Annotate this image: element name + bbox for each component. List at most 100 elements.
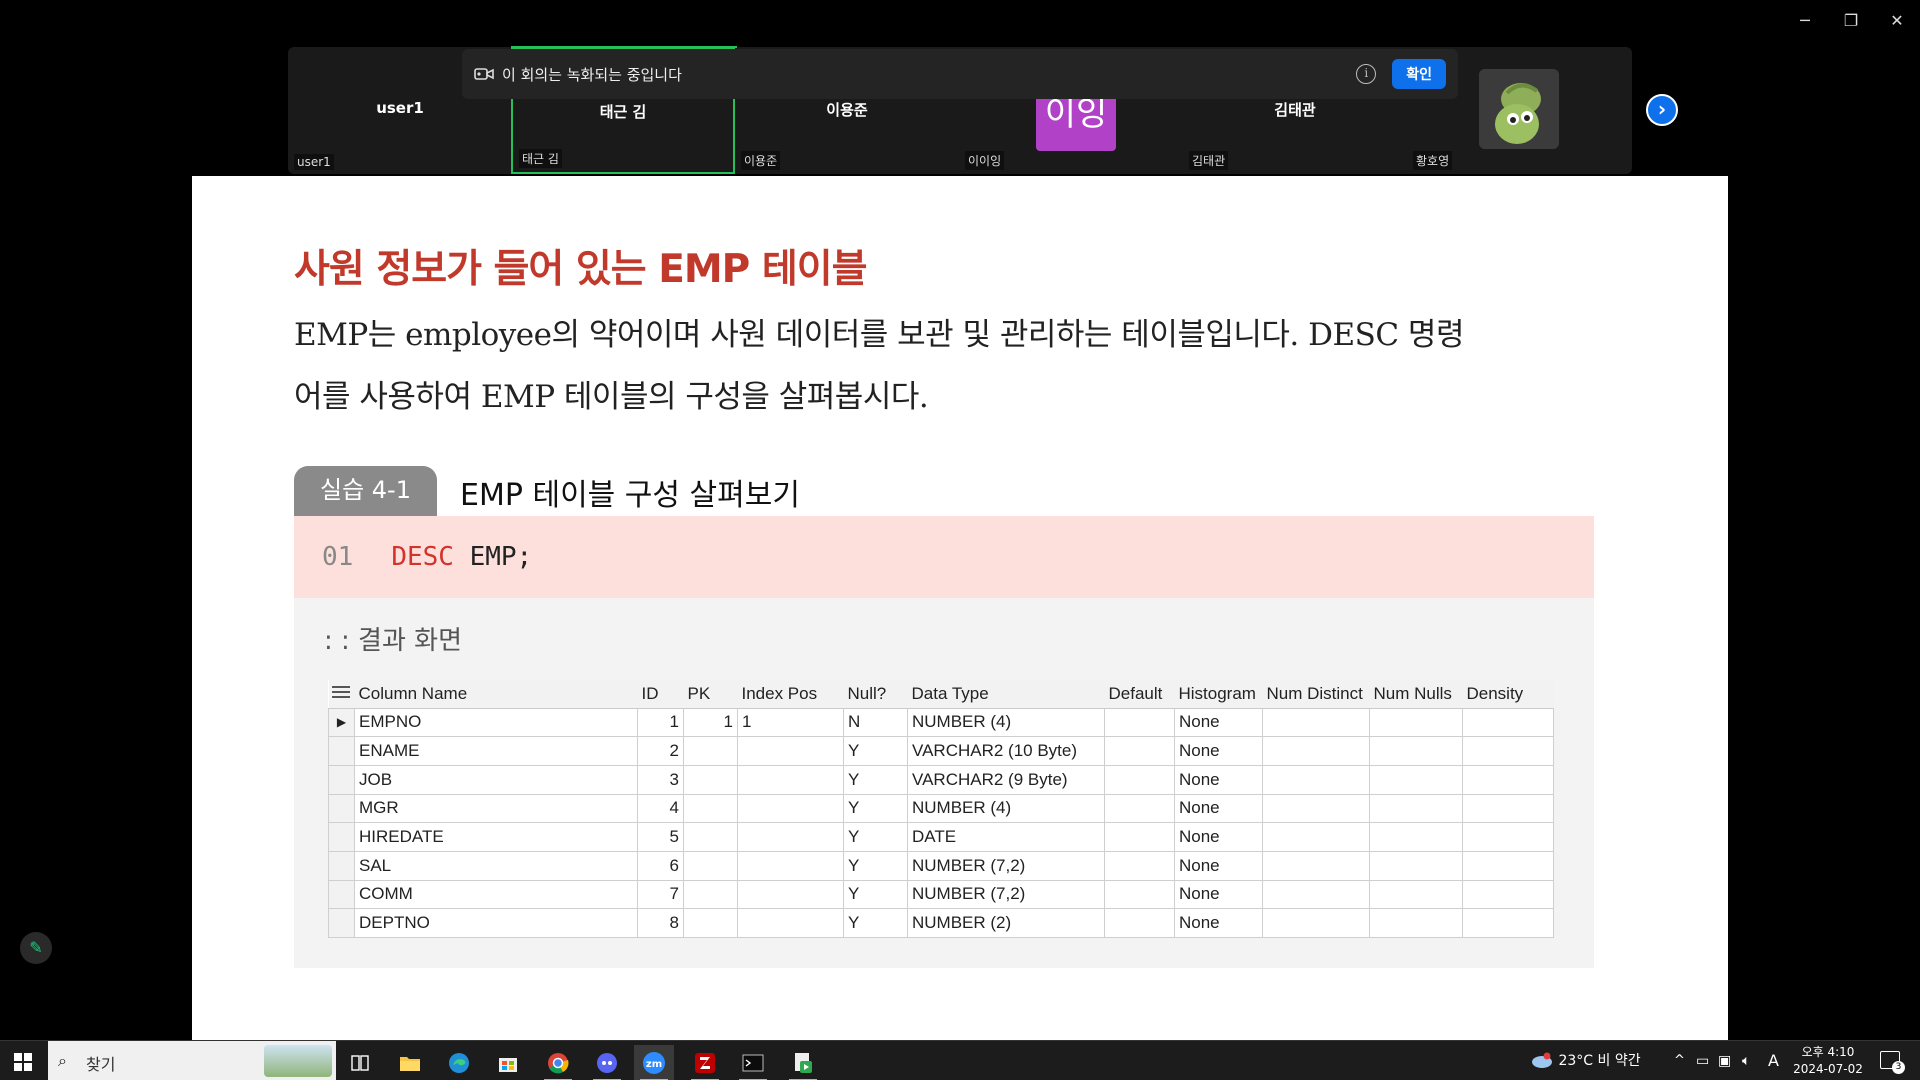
column-header: Null? xyxy=(843,680,908,709)
table-cell xyxy=(1262,764,1370,795)
table-cell xyxy=(1104,707,1175,738)
table-menu-icon xyxy=(328,680,355,709)
table-cell xyxy=(1262,879,1370,910)
table-cell xyxy=(737,736,844,766)
table-row[interactable]: SAL 6 Y NUMBER (7,2) None xyxy=(328,850,1554,881)
participant-name: 이용준 xyxy=(826,101,868,119)
table-row[interactable]: ▶ EMPNO 1 1 1 N NUMBER (4) None xyxy=(328,707,1554,738)
search-icon: ⌕ xyxy=(58,1051,67,1070)
close-button[interactable]: ✕ xyxy=(1882,8,1912,32)
code-line-number: 01 xyxy=(322,542,354,572)
search-placeholder: 찾기 xyxy=(86,1055,116,1074)
media-app-icon[interactable] xyxy=(783,1045,823,1080)
participant-label: 태근 김 xyxy=(519,149,562,168)
table-cell: NUMBER (7,2) xyxy=(907,850,1105,881)
table-row[interactable]: DEPTNO 8 Y NUMBER (2) None xyxy=(328,908,1554,938)
ime-indicator[interactable]: A xyxy=(1768,1041,1779,1080)
system-clock[interactable]: 오후 4:10 2024-07-02 xyxy=(1788,1044,1868,1078)
table-cell xyxy=(1369,879,1463,910)
store-icon[interactable] xyxy=(488,1045,528,1080)
table-cell xyxy=(1104,793,1175,824)
confirm-button[interactable]: 확인 xyxy=(1392,59,1446,89)
network-icon[interactable]: ▣ xyxy=(1718,1041,1731,1080)
zoom-icon[interactable]: zm xyxy=(634,1045,674,1080)
edge-browser-icon[interactable] xyxy=(439,1045,479,1080)
table-cell: 7 xyxy=(637,879,684,910)
table-cell xyxy=(1262,793,1370,824)
table-cell xyxy=(1462,850,1554,881)
table-cell xyxy=(1462,707,1554,738)
column-header: Density xyxy=(1462,680,1554,709)
taskbar-search[interactable]: ⌕ 찾기 xyxy=(48,1041,336,1080)
participant-label: 김태관 xyxy=(1189,151,1229,170)
discord-icon[interactable] xyxy=(587,1045,627,1080)
slide-body-line: EMP는 employee의 약어이며 사원 데이터를 보관 및 관리하는 테이… xyxy=(294,317,1464,353)
table-cell xyxy=(1104,850,1175,881)
table-cell xyxy=(1262,707,1370,738)
table-cell: 5 xyxy=(637,822,684,852)
table-cell xyxy=(1462,879,1554,910)
row-selector[interactable] xyxy=(328,793,355,824)
minimize-button[interactable]: ─ xyxy=(1790,8,1820,32)
row-selector[interactable] xyxy=(328,850,355,881)
table-cell xyxy=(1462,822,1554,852)
row-selector[interactable] xyxy=(328,908,355,938)
table-cell xyxy=(1262,736,1370,766)
column-header: Index Pos xyxy=(737,680,844,709)
result-label: : : 결과 화면 xyxy=(324,626,462,656)
table-row[interactable]: JOB 3 Y VARCHAR2 (9 Byte) None xyxy=(328,764,1554,795)
slide-body-line: 어를 사용하여 EMP 테이블의 구성을 살펴봅시다. xyxy=(294,379,929,415)
table-cell: NUMBER (4) xyxy=(907,707,1105,738)
recording-camera-icon xyxy=(474,68,494,80)
table-cell xyxy=(737,764,844,795)
exercise-title: EMP 테이블 구성 살펴보기 xyxy=(460,478,800,513)
table-row[interactable]: COMM 7 Y NUMBER (7,2) None xyxy=(328,879,1554,910)
windows-start-icon[interactable] xyxy=(14,1053,32,1071)
tray-expand-icon[interactable]: ^ xyxy=(1674,1041,1685,1080)
table-cell: VARCHAR2 (10 Byte) xyxy=(907,736,1105,766)
weather-widget[interactable]: 23°C 비 약간 xyxy=(1530,1041,1641,1080)
row-selector[interactable] xyxy=(328,879,355,910)
table-row[interactable]: ENAME 2 Y VARCHAR2 (10 Byte) None xyxy=(328,736,1554,766)
table-cell: None xyxy=(1174,908,1263,938)
annotate-pen-icon[interactable]: ✎ xyxy=(20,932,52,964)
table-cell: Y xyxy=(843,793,908,824)
recording-text: 이 회의는 녹화되는 중입니다 xyxy=(502,65,682,84)
table-cell xyxy=(1369,793,1463,824)
info-icon[interactable]: i xyxy=(1356,64,1377,84)
table-cell: 4 xyxy=(637,793,684,824)
table-cell: EMPNO xyxy=(354,707,638,738)
participant-name: user1 xyxy=(376,99,424,117)
column-header: Histogram xyxy=(1174,680,1263,709)
next-page-button[interactable]: › xyxy=(1646,94,1678,126)
table-cell: None xyxy=(1174,764,1263,795)
table-cell: None xyxy=(1174,793,1263,824)
table-cell xyxy=(1462,793,1554,824)
table-row[interactable]: HIREDATE 5 Y DATE None xyxy=(328,822,1554,852)
notification-center-icon[interactable]: 3 xyxy=(1880,1051,1905,1074)
row-selector-arrow-icon[interactable]: ▶ xyxy=(328,707,355,738)
file-explorer-icon[interactable] xyxy=(390,1045,430,1080)
participant-label: 이용준 xyxy=(741,151,781,170)
desc-result-table: Column Name ID PK Index Pos Null? Data T… xyxy=(328,680,1554,938)
filezilla-icon[interactable] xyxy=(685,1045,725,1080)
participant-label: 이이잉 xyxy=(965,151,1005,170)
table-row[interactable]: MGR 4 Y NUMBER (4) None xyxy=(328,793,1554,824)
task-view-icon[interactable] xyxy=(340,1045,380,1080)
participant-name: 김태관 xyxy=(1274,101,1316,119)
row-selector[interactable] xyxy=(328,764,355,795)
volume-icon[interactable]: 🔈︎ xyxy=(1742,1041,1750,1080)
terminal-icon[interactable] xyxy=(733,1045,773,1080)
participant-name: 태근 김 xyxy=(599,103,647,121)
row-selector[interactable] xyxy=(328,822,355,852)
chrome-icon[interactable] xyxy=(538,1045,578,1080)
table-cell xyxy=(1262,850,1370,881)
table-cell: None xyxy=(1174,736,1263,766)
table-cell: DATE xyxy=(907,822,1105,852)
slide-title: 사원 정보가 들어 있는 EMP 테이블 xyxy=(294,247,867,292)
table-cell: None xyxy=(1174,707,1263,738)
row-selector[interactable] xyxy=(328,736,355,766)
table-cell: 3 xyxy=(637,764,684,795)
restore-button[interactable]: ❐ xyxy=(1836,8,1866,32)
tray-app-icon[interactable]: ▭ xyxy=(1696,1041,1709,1080)
